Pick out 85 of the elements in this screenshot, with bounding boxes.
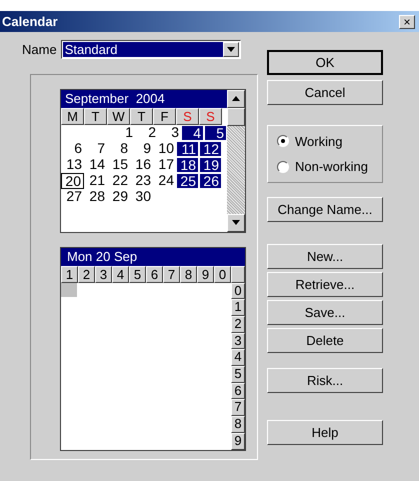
day-cell[interactable]: 17 (153, 156, 176, 172)
row-header: 1 (231, 299, 245, 316)
day-cell[interactable]: 9 (130, 140, 153, 156)
radio-option[interactable]: Non-working (277, 157, 382, 176)
weekday-header: T (130, 108, 153, 124)
column-header: 2 (78, 266, 95, 282)
day-cell[interactable]: 10 (153, 140, 176, 156)
day-cell[interactable]: 24 (153, 172, 176, 188)
column-header: 6 (146, 266, 163, 282)
row-header: 0 (231, 282, 245, 300)
day-cell[interactable]: 20 (61, 172, 84, 188)
day-cell[interactable]: 6 (61, 140, 84, 156)
up-arrow-icon (232, 96, 240, 101)
weekday-header: T (84, 108, 107, 124)
window-title: Calendar (2, 12, 58, 31)
weekday-header: M (61, 108, 84, 124)
column-header: 8 (180, 266, 197, 282)
day-cell[interactable]: 18 (176, 156, 199, 172)
dialog-button[interactable]: Retrieve... (267, 272, 383, 297)
down-arrow-icon (226, 47, 235, 52)
column-header: 9 (197, 266, 214, 282)
day-cell[interactable]: 28 (84, 188, 107, 204)
dialog-button[interactable]: Risk... (267, 368, 383, 393)
row-header: 3 (231, 332, 245, 350)
row-header: 8 (231, 416, 245, 433)
day-cell[interactable]: 3 (158, 124, 181, 140)
dialog-button[interactable]: OK (267, 50, 383, 75)
day-cell[interactable]: 4 (181, 124, 204, 140)
day-cell[interactable]: 27 (61, 188, 84, 204)
day-cell[interactable]: 26 (199, 172, 222, 188)
day-cell[interactable]: 1 (112, 124, 135, 140)
row-header: 2 (231, 316, 245, 333)
month-header: September 2004 (61, 90, 227, 108)
day-cell[interactable]: 16 (130, 156, 153, 172)
day-cell[interactable]: 15 (107, 156, 130, 172)
column-header: 3 (95, 266, 112, 282)
day-header: Mon 20 Sep (61, 248, 245, 266)
dialog-button[interactable]: New... (267, 244, 383, 269)
day-cell[interactable]: 8 (107, 140, 130, 156)
day-cell[interactable]: 29 (107, 188, 130, 204)
day-cell[interactable]: 14 (84, 156, 107, 172)
close-button[interactable]: × (399, 14, 415, 28)
column-header: 5 (129, 266, 146, 282)
dialog-button[interactable]: Cancel (267, 80, 383, 105)
row-header: 7 (231, 399, 245, 416)
column-header: 4 (112, 266, 129, 282)
day-cell[interactable]: 11 (176, 140, 199, 156)
column-header: 0 (214, 266, 231, 282)
dialog-button[interactable]: Save... (267, 300, 383, 325)
dialog-button[interactable]: Delete (267, 328, 383, 353)
radio-button[interactable] (277, 160, 289, 173)
row-header: 4 (231, 349, 245, 366)
day-cell[interactable]: 5 (204, 124, 227, 140)
weekday-header: F (153, 108, 176, 124)
weekday-header: S (199, 108, 222, 124)
day-cell[interactable]: 7 (84, 140, 107, 156)
scroll-button[interactable] (227, 214, 245, 232)
day-cell[interactable]: 12 (199, 140, 222, 156)
radio-option[interactable]: Working (277, 132, 382, 151)
name-dropdown[interactable]: Standard (60, 40, 241, 60)
column-header: 1 (61, 266, 78, 282)
weekday-header: W (107, 108, 130, 124)
day-cell[interactable]: 19 (199, 156, 222, 172)
dialog-button[interactable]: Help (267, 420, 383, 445)
row-header: 5 (231, 366, 245, 383)
day-cell[interactable]: 21 (84, 172, 107, 188)
day-cell[interactable]: 22 (107, 172, 130, 188)
scroll-thumb[interactable] (227, 108, 245, 126)
radio-button[interactable] (277, 135, 289, 148)
row-header: 6 (231, 382, 245, 400)
name-label: Name (22, 41, 57, 59)
column-header: 7 (163, 266, 180, 282)
day-cell[interactable]: 2 (135, 124, 158, 140)
day-cell[interactable]: 13 (61, 156, 84, 172)
day-cell[interactable]: 30 (130, 188, 153, 204)
day-cell[interactable]: 25 (176, 172, 199, 188)
day-cell[interactable]: 23 (130, 172, 153, 188)
dropdown-value: Standard (62, 42, 223, 58)
selected-slot[interactable] (61, 282, 77, 296)
dialog-button[interactable]: Change Name... (267, 197, 383, 222)
scroll-button[interactable] (227, 90, 245, 108)
dropdown-button[interactable] (222, 42, 239, 58)
row-header: 9 (231, 432, 245, 450)
down-arrow-icon (232, 220, 240, 225)
weekday-header: S (176, 108, 199, 124)
